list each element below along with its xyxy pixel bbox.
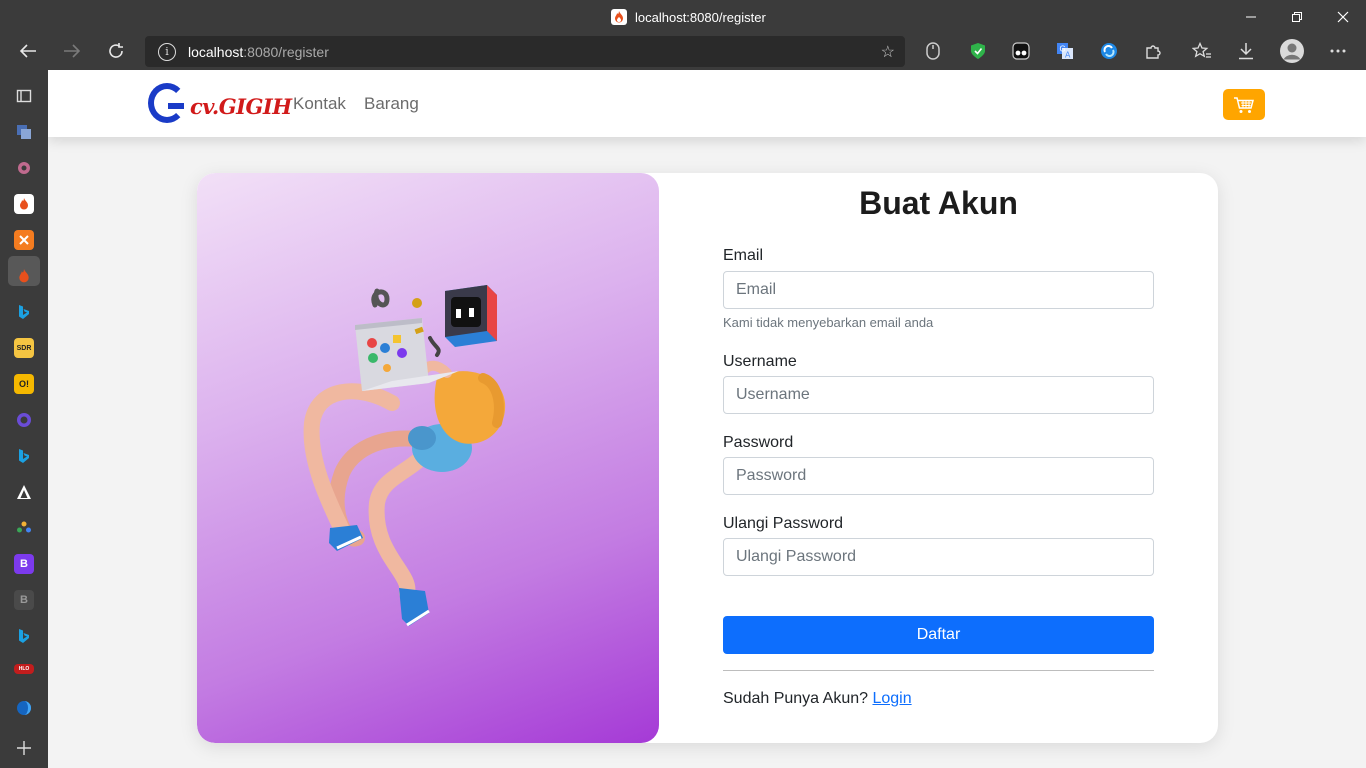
login-prompt: Sudah Punya Akun? Login: [723, 690, 912, 708]
browser-sidebar: SDR O! B B HLO: [0, 70, 48, 768]
repeat-password-field[interactable]: [723, 538, 1154, 576]
nav-link-barang[interactable]: Barang: [364, 94, 419, 114]
svg-text:A: A: [1065, 51, 1071, 60]
password-label: Password: [723, 434, 794, 451]
bing-icon[interactable]: [14, 302, 34, 322]
translate-sidebar-icon[interactable]: [14, 122, 34, 142]
mouse-extension-icon[interactable]: [923, 41, 943, 61]
bing-icon-3[interactable]: [14, 626, 34, 646]
edge-app-icon[interactable]: [14, 698, 34, 718]
bootstrap-icon[interactable]: B: [14, 554, 34, 574]
close-icon[interactable]: [1320, 0, 1366, 33]
settings-gear-sidebar-icon[interactable]: [14, 158, 34, 178]
flame-icon-2[interactable]: [14, 266, 34, 286]
login-link[interactable]: Login: [872, 690, 911, 707]
url-host: localhost: [188, 43, 244, 60]
login-prompt-text: Sudah Punya Akun?: [723, 690, 869, 707]
address-bar[interactable]: i localhost:8080/register ☆: [145, 36, 905, 67]
profile-avatar-icon[interactable]: [1280, 39, 1304, 63]
arch-app-icon[interactable]: [14, 482, 34, 502]
tampermonkey-icon[interactable]: [1011, 41, 1031, 61]
register-card: Buat Akun Email Kami tidak menyebarkan e…: [197, 173, 1218, 743]
username-label: Username: [723, 353, 797, 370]
browser-toolbar: i localhost:8080/register ☆ GA: [0, 33, 1366, 70]
hero-illustration-panel: [197, 173, 659, 743]
email-help-text: Kami tidak menyebarkan email anda: [723, 315, 934, 330]
web-page: cv.GIGIH Kontak Barang Buat Akun Email E…: [48, 70, 1366, 768]
repeat-password-label: Ulangi Password: [723, 515, 844, 532]
form-divider: [723, 670, 1154, 671]
bootstrap-icon-2[interactable]: B: [14, 590, 34, 610]
favorites-icon[interactable]: [1192, 41, 1212, 61]
sync-extension-icon[interactable]: [1099, 41, 1119, 61]
restore-icon[interactable]: [1274, 0, 1320, 33]
downloads-icon[interactable]: [1236, 41, 1256, 61]
xampp-icon[interactable]: [14, 230, 34, 250]
window-title-text: localhost:8080/register: [635, 9, 766, 25]
translate-icon[interactable]: GA: [1055, 41, 1075, 61]
minimize-icon[interactable]: [1228, 0, 1274, 33]
o-app-icon[interactable]: O!: [14, 374, 34, 394]
logo-text: cv.GIGIH: [190, 93, 292, 119]
sdr-app-icon[interactable]: SDR: [14, 338, 34, 358]
flame-sidebar-icon[interactable]: [14, 194, 34, 214]
window-title: localhost:8080/register: [611, 9, 766, 25]
refresh-icon[interactable]: [101, 37, 131, 65]
shield-extension-icon[interactable]: [968, 41, 988, 61]
form-title: Buat Akun: [859, 185, 1018, 221]
add-sidebar-app-icon[interactable]: [14, 738, 34, 758]
extensions-puzzle-icon[interactable]: [1143, 41, 1163, 61]
character-illustration: [303, 285, 506, 627]
tab-actions-icon[interactable]: [14, 86, 34, 106]
browser-titlebar: localhost:8080/register: [0, 0, 1366, 33]
register-button[interactable]: Daftar: [723, 616, 1154, 654]
nav-link-kontak[interactable]: Kontak: [293, 94, 346, 114]
hlo-app-icon[interactable]: HLO: [14, 664, 34, 674]
url-text[interactable]: localhost:8080/register: [188, 44, 329, 60]
add-favorite-star-icon[interactable]: ☆: [881, 42, 895, 62]
cart-icon: [1234, 96, 1254, 113]
logo-g-mark: [148, 83, 186, 123]
back-arrow-icon[interactable]: [13, 37, 43, 65]
site-navbar: cv.GIGIH Kontak Barang: [48, 70, 1366, 137]
circle-app-icon[interactable]: [14, 410, 34, 430]
more-menu-icon[interactable]: [1328, 41, 1348, 61]
flame-favicon-icon: [611, 9, 627, 25]
site-info-icon[interactable]: i: [158, 42, 176, 61]
forward-arrow-icon[interactable]: [57, 37, 87, 65]
email-label: Email: [723, 247, 764, 264]
bing-icon-2[interactable]: [14, 446, 34, 466]
password-field[interactable]: [723, 457, 1154, 495]
people-app-icon[interactable]: [14, 518, 34, 538]
username-field[interactable]: [723, 376, 1154, 414]
email-field[interactable]: [723, 271, 1154, 309]
url-path: :8080/register: [243, 43, 329, 60]
site-logo[interactable]: cv.GIGIH: [148, 83, 292, 123]
cart-button[interactable]: [1223, 89, 1265, 120]
